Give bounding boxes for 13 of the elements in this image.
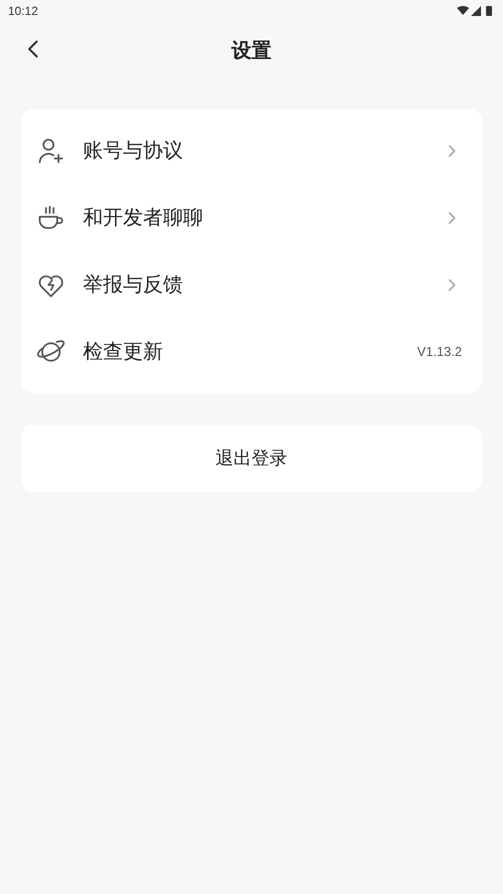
item-label: 检查更新: [83, 340, 164, 364]
item-label: 举报与反馈: [83, 272, 184, 298]
settings-item[interactable]: 和开发者聊聊: [21, 184, 482, 251]
version-text: V1.13.2: [417, 342, 462, 361]
settings-item[interactable]: 检查更新 V1.13.2: [21, 318, 482, 385]
item-label: 和开发者聊聊: [83, 206, 204, 230]
settings-item[interactable]: 举报与反馈: [21, 251, 482, 318]
status-time: 10:12: [8, 3, 38, 20]
logout-button[interactable]: 退出登录: [21, 425, 482, 492]
page-title: 设置: [232, 39, 272, 64]
item-label: 账号与协议: [83, 138, 184, 164]
settings-item[interactable]: 账号与协议: [21, 117, 482, 184]
status-icons: [457, 5, 495, 17]
